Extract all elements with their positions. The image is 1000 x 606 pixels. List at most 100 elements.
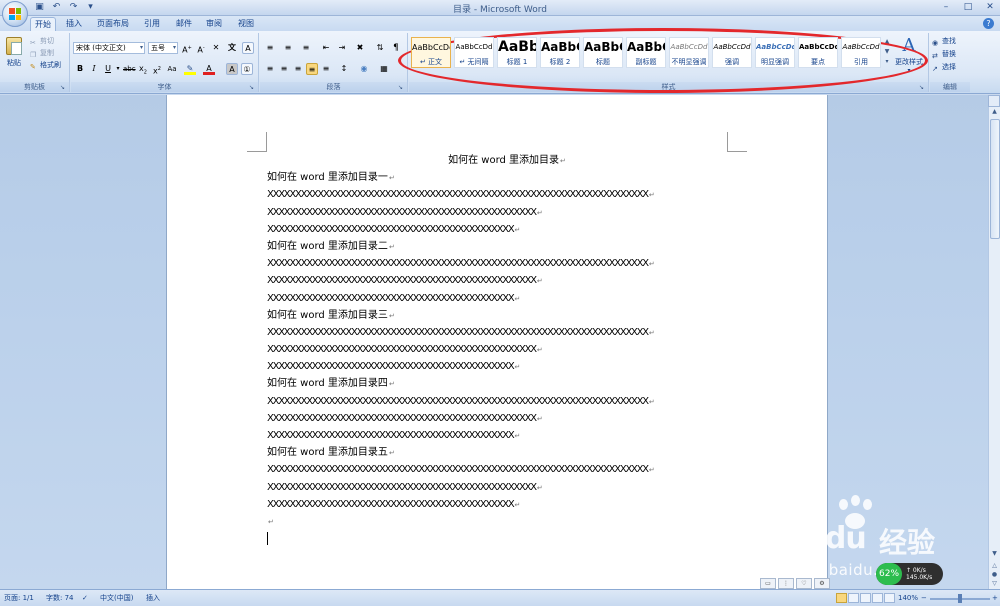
word-count[interactable]: 字数: 74	[46, 593, 74, 604]
tab-page-layout[interactable]: 页面布局	[94, 17, 132, 31]
style-normal[interactable]: AaBbCcDd ↵ 正文	[411, 37, 451, 68]
style-strong[interactable]: AaBbCcDd 要点	[798, 37, 838, 68]
find-button[interactable]: ◉ 查找	[932, 36, 956, 47]
font-launcher-icon[interactable]: ↘	[249, 84, 256, 91]
style-quote[interactable]: AaBbCcDd 引用	[841, 37, 881, 68]
office-button[interactable]	[2, 1, 28, 27]
scroll-up-icon[interactable]: ▲	[883, 37, 891, 47]
style-emphasis[interactable]: AaBbCcDd 强调	[712, 37, 752, 68]
full-screen-reading-icon[interactable]	[848, 593, 859, 603]
font-color-icon[interactable]: A	[203, 63, 215, 75]
gear-icon[interactable]: ⚙	[814, 578, 830, 589]
tab-references[interactable]: 引用	[140, 17, 164, 31]
subscript-icon[interactable]: x2	[137, 63, 149, 76]
highlight-icon[interactable]: ✎	[184, 63, 196, 75]
document-body[interactable]: 如何在 word 里添加目录↵ 如何在 word 里添加目录一↵ XXXXXXXX…	[267, 152, 747, 547]
align-left-icon[interactable]: ≡	[264, 63, 276, 75]
multilevel-list-icon[interactable]: ≡	[300, 42, 312, 54]
phonetic-guide-icon[interactable]: 文	[226, 42, 238, 54]
shading-icon[interactable]: ◉	[358, 63, 370, 75]
character-shading-icon[interactable]: A	[226, 63, 238, 75]
style-heading-2[interactable]: AaBbC 标题 2	[540, 37, 580, 68]
bullets-icon[interactable]: ≡	[264, 42, 276, 54]
document-page[interactable]: 如何在 word 里添加目录↵ 如何在 word 里添加目录一↵ XXXXXXXX…	[167, 95, 827, 589]
restore-icon[interactable]: □	[962, 2, 974, 12]
more-icon[interactable]: ⋮	[778, 578, 794, 589]
distributed-icon[interactable]: ≡	[320, 63, 332, 75]
tab-review[interactable]: 审阅	[202, 17, 226, 31]
align-center-icon[interactable]: ≡	[278, 63, 290, 75]
tab-insert[interactable]: 插入	[62, 17, 86, 31]
tab-view[interactable]: 视图	[234, 17, 258, 31]
styles-launcher-icon[interactable]: ↘	[919, 84, 926, 91]
change-styles-button[interactable]: A 更改样式 ▾	[894, 35, 924, 74]
next-page-icon[interactable]: ▽	[989, 579, 1000, 589]
draft-view-icon[interactable]	[884, 593, 895, 603]
close-icon[interactable]: ✕	[984, 2, 996, 12]
style-no-spacing[interactable]: AaBbCcDd ↵ 无间隔	[454, 37, 494, 68]
style-subtle-emphasis[interactable]: AaBbCcDd 不明显强调	[669, 37, 709, 68]
zoom-slider-thumb[interactable]	[958, 594, 962, 603]
scroll-up-icon[interactable]: ▲	[989, 107, 1000, 117]
line-spacing-icon[interactable]: ↕	[338, 63, 350, 75]
clear-formatting-icon[interactable]: ✕	[210, 42, 222, 54]
replace-button[interactable]: ⇄ 替换	[932, 49, 956, 60]
chinese-layout-icon[interactable]: ✖	[354, 42, 366, 54]
paragraph-launcher-icon[interactable]: ↘	[398, 84, 405, 91]
zoom-out-icon[interactable]: −	[921, 593, 927, 604]
text-cursor-line[interactable]	[267, 530, 747, 547]
tab-home[interactable]: 开始	[30, 17, 56, 31]
gallery-more-icon[interactable]: ▾	[883, 57, 891, 67]
format-painter-button[interactable]: ✎ 格式刷	[30, 60, 61, 71]
tab-mailings[interactable]: 邮件	[172, 17, 196, 31]
borders-icon[interactable]: ▦	[378, 63, 390, 75]
network-speed-badge[interactable]: 62% ↑ 0K/s 145.0K/s	[876, 563, 943, 585]
font-name-value: 宋体 (中文正文)	[76, 44, 126, 52]
numbering-icon[interactable]: ≡	[282, 42, 294, 54]
clipboard-launcher-icon[interactable]: ↘	[60, 84, 67, 91]
bold-icon[interactable]: B	[74, 63, 86, 75]
italic-icon[interactable]: I	[88, 63, 100, 75]
outline-view-icon[interactable]	[872, 593, 883, 603]
vertical-scrollbar[interactable]: ▲ ▼ △ ● ▽	[988, 107, 1000, 589]
language-indicator[interactable]: 中文(中国)	[100, 593, 133, 604]
grow-font-icon[interactable]: A+	[181, 42, 193, 55]
zoom-in-icon[interactable]: +	[992, 593, 998, 604]
copy-button[interactable]: ❐ 复制	[30, 48, 54, 59]
character-border-icon[interactable]: A	[242, 42, 254, 54]
help-icon[interactable]: ?	[983, 18, 994, 29]
web-layout-icon[interactable]	[860, 593, 871, 603]
shrink-font-icon[interactable]: A-	[195, 42, 207, 55]
style-intense-emphasis[interactable]: AaBbCcDd 明显强调	[755, 37, 795, 68]
scroll-down-icon[interactable]: ▼	[989, 549, 1000, 559]
decrease-indent-icon[interactable]: ⇤	[320, 42, 332, 54]
style-title[interactable]: AaBbC 标题	[583, 37, 623, 68]
cut-button[interactable]: ✂ 剪切	[30, 36, 54, 47]
font-name-combo[interactable]: 宋体 (中文正文) ▾	[73, 42, 145, 54]
superscript-icon[interactable]: x2	[151, 63, 163, 76]
page-count[interactable]: 页面: 1/1	[4, 593, 34, 604]
change-case-icon[interactable]: Aa	[166, 63, 178, 75]
scroll-thumb[interactable]	[990, 119, 1000, 239]
proofing-icon[interactable]: ✓	[82, 593, 88, 604]
zoom-level[interactable]: 140%	[898, 593, 918, 604]
justify-icon[interactable]: ≡	[306, 63, 318, 75]
enclose-characters-icon[interactable]: ①	[241, 63, 253, 75]
scroll-down-icon[interactable]: ▼	[883, 47, 891, 57]
insert-mode[interactable]: 插入	[146, 593, 160, 604]
minimize-icon[interactable]: –	[940, 2, 952, 12]
show-marks-icon[interactable]: ¶	[390, 42, 402, 54]
view-ruler-button[interactable]	[988, 95, 1000, 107]
select-button[interactable]: ↗ 选择	[932, 62, 956, 73]
style-subtitle[interactable]: AaBbC 副标题	[626, 37, 666, 68]
align-right-icon[interactable]: ≡	[292, 63, 304, 75]
shield-icon[interactable]: ♡	[796, 578, 812, 589]
font-size-combo[interactable]: 五号 ▾	[148, 42, 178, 54]
window-icon[interactable]: ▭	[760, 578, 776, 589]
increase-indent-icon[interactable]: ⇥	[336, 42, 348, 54]
print-layout-icon[interactable]	[836, 593, 847, 603]
paste-button[interactable]: 粘贴	[4, 35, 24, 73]
style-heading-1[interactable]: AaBb 标题 1	[497, 37, 537, 68]
strikethrough-icon[interactable]: abc	[123, 63, 136, 75]
sort-icon[interactable]: ⇅	[374, 42, 386, 54]
